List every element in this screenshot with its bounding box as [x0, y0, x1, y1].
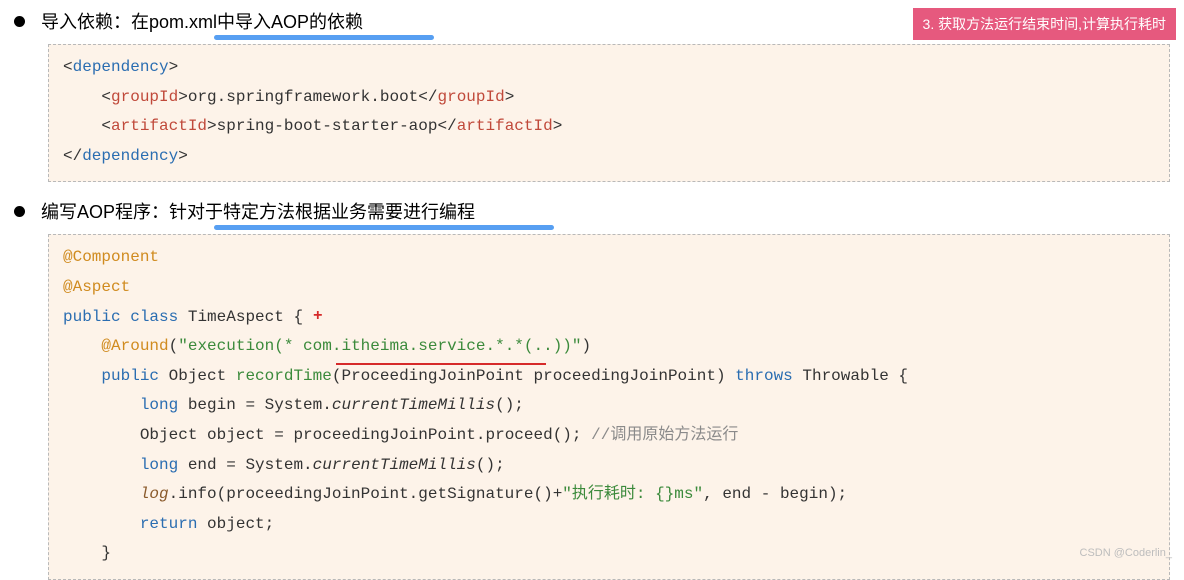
watermark: CSDN @Coderlin_ — [1080, 547, 1172, 559]
underline-red — [336, 363, 546, 365]
heading-2: 编写AOP程序：针对于特定方法根据业务需要进行编程 — [14, 198, 1170, 224]
heading-1: 导入依赖：在pom.xml中导入AOP的依赖 — [14, 8, 1170, 34]
code-java: @Component @Aspect public class TimeAspe… — [48, 234, 1170, 580]
bullet-icon — [14, 16, 25, 27]
plus-marker: + — [313, 302, 323, 332]
code-xml: <dependency> <groupId>org.springframewor… — [48, 44, 1170, 182]
bullet-icon — [14, 206, 25, 217]
underline-blue-1 — [214, 35, 434, 40]
heading-1-text: 导入依赖：在pom.xml中导入AOP的依赖 — [41, 8, 363, 34]
section-aop: 编写AOP程序：针对于特定方法根据业务需要进行编程 @Component @As… — [14, 198, 1170, 580]
heading-2-text: 编写AOP程序：针对于特定方法根据业务需要进行编程 — [41, 198, 475, 224]
underline-blue-2 — [214, 225, 554, 230]
